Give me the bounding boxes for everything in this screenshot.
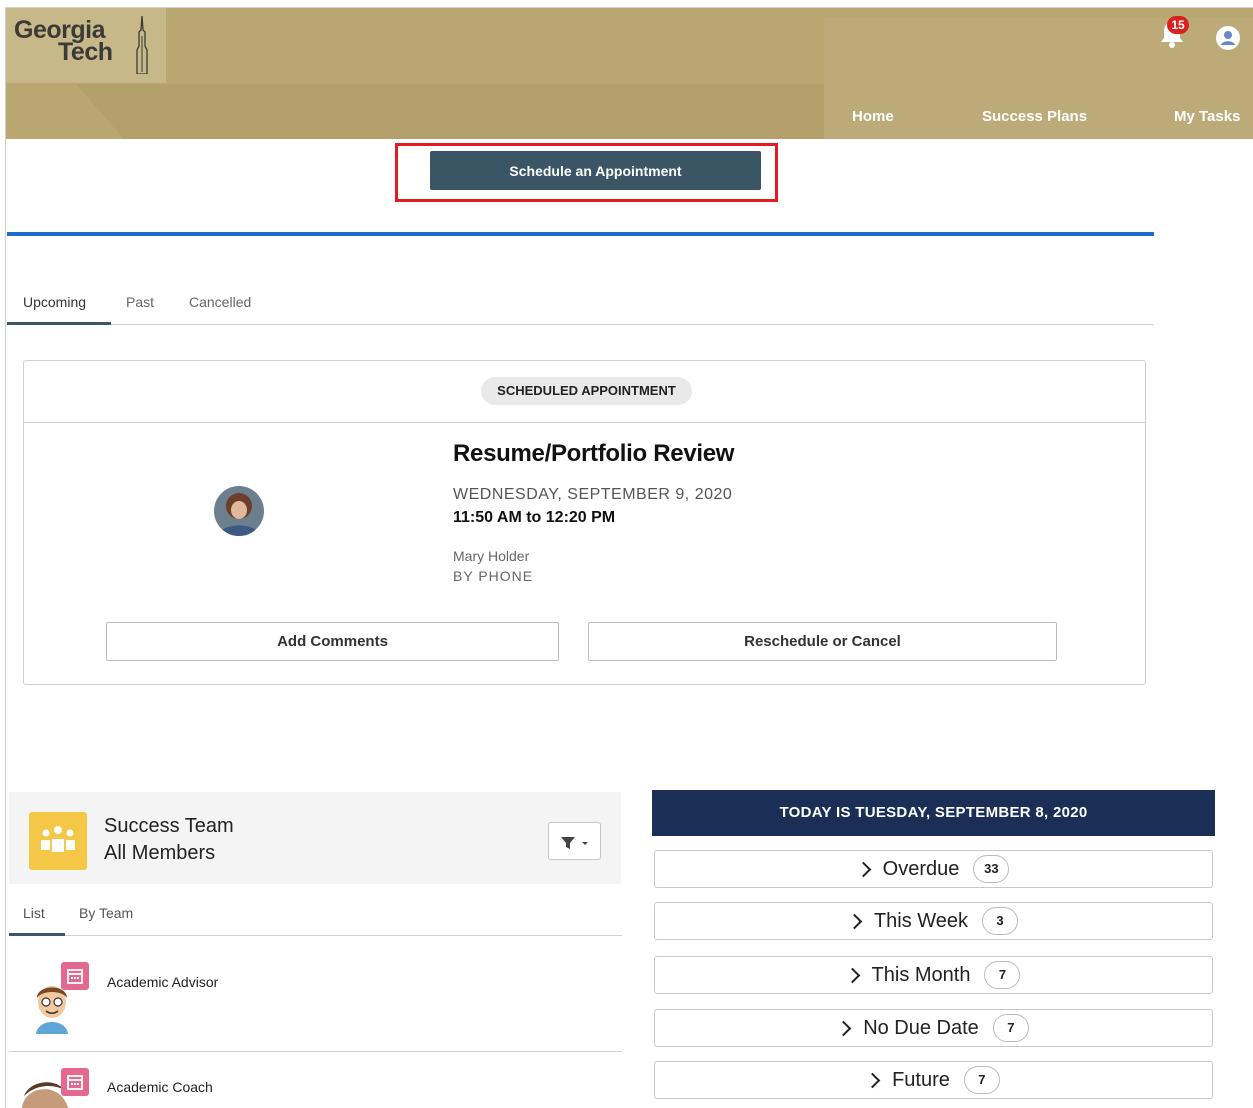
tabs-divider [7, 324, 1154, 325]
success-team-subtitle: All Members [104, 842, 216, 864]
notification-badge: 15 [1167, 16, 1189, 34]
appointment-title: Resume/Portfolio Review [453, 440, 735, 467]
task-group-this-week[interactable]: This Week 3 [654, 902, 1213, 940]
task-group-label: This Week [873, 909, 969, 932]
task-group-no-due-date[interactable]: No Due Date 7 [654, 1009, 1213, 1047]
filter-button[interactable] [548, 822, 601, 860]
calendar-icon[interactable] [61, 962, 89, 990]
advisor-avatar [214, 486, 264, 536]
tower-icon [136, 16, 148, 74]
chevron-right-icon [864, 1072, 881, 1088]
task-group-label: This Month [871, 963, 971, 986]
active-tab-indicator [7, 322, 111, 325]
appointment-date: WEDNESDAY, SEPTEMBER 9, 2020 [453, 486, 733, 503]
team-icon-box [29, 812, 87, 870]
calendar-icon-2[interactable] [61, 1068, 89, 1096]
schedule-appointment-button[interactable]: Schedule an Appointment [430, 151, 761, 190]
tab-past[interactable]: Past [126, 294, 154, 310]
task-group-this-month[interactable]: This Month 7 [654, 956, 1213, 994]
section-divider [7, 232, 1154, 236]
tab-by-team[interactable]: By Team [79, 905, 133, 921]
task-group-overdue[interactable]: Overdue 33 [654, 850, 1213, 888]
chevron-right-icon [835, 1020, 852, 1036]
today-banner: TODAY IS TUESDAY, SEPTEMBER 8, 2020 [652, 790, 1215, 836]
status-badge: SCHEDULED APPOINTMENT [481, 377, 692, 405]
member-academic-advisor[interactable]: Academic Advisor [107, 974, 218, 990]
appointment-advisor: Mary Holder [453, 548, 530, 564]
chevron-right-icon [846, 913, 863, 929]
logo-text-tech: Tech [58, 38, 113, 66]
task-count-badge: 7 [992, 1014, 1029, 1042]
tab-list[interactable]: List [23, 905, 45, 921]
filter-icon [561, 837, 588, 849]
add-comments-button[interactable]: Add Comments [106, 622, 559, 661]
task-group-label: Future [892, 1068, 950, 1091]
task-count-badge: 33 [973, 855, 1010, 883]
calendar-glyph-2 [67, 1075, 83, 1090]
task-count-badge: 3 [982, 907, 1019, 935]
nav-my-tasks[interactable]: My Tasks [1174, 108, 1240, 125]
chevron-right-icon [855, 861, 871, 877]
top-header: Georgia Tech Home Success Plans My Tasks [6, 8, 1253, 139]
team-icon [41, 826, 75, 852]
team-tabs-divider [9, 935, 622, 936]
task-group-label: No Due Date [863, 1016, 979, 1039]
success-team-title: Success Team [104, 815, 234, 837]
task-group-label: Overdue [882, 857, 960, 880]
tab-upcoming[interactable]: Upcoming [23, 294, 86, 310]
user-profile-icon[interactable] [1216, 26, 1240, 50]
reschedule-cancel-button[interactable]: Reschedule or Cancel [588, 622, 1057, 661]
nav-home[interactable]: Home [852, 108, 894, 125]
header-shading [76, 84, 876, 139]
member-academic-coach[interactable]: Academic Coach [107, 1079, 213, 1095]
member-divider [9, 1051, 622, 1052]
task-count-badge: 7 [984, 961, 1021, 989]
card-divider [23, 422, 1146, 423]
calendar-glyph [67, 969, 83, 984]
appointment-mode: BY PHONE [453, 568, 534, 584]
task-group-future[interactable]: Future 7 [654, 1061, 1213, 1099]
active-team-tab-indicator [9, 933, 65, 936]
appointment-time: 11:50 AM to 12:20 PM [453, 509, 616, 526]
georgia-tech-logo[interactable]: Georgia Tech [14, 16, 164, 76]
task-count-badge: 7 [963, 1066, 1000, 1094]
nav-success-plans[interactable]: Success Plans [982, 108, 1087, 125]
tab-cancelled[interactable]: Cancelled [189, 294, 251, 310]
success-team-header [9, 792, 621, 884]
chevron-right-icon [844, 967, 860, 983]
